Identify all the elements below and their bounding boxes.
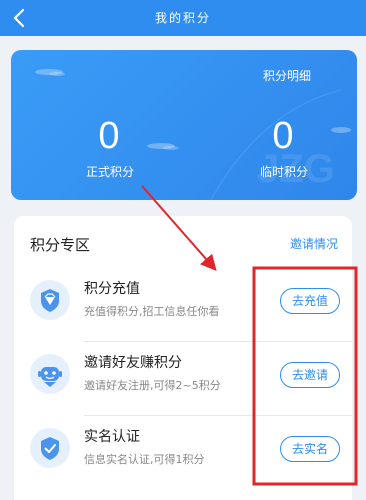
zone-title: 积分专区 xyxy=(30,236,91,254)
recharge-button[interactable]: 去充值 xyxy=(280,288,340,314)
invite-status-link[interactable]: 邀请情况 xyxy=(290,235,338,252)
realname-button[interactable]: 去实名 xyxy=(280,436,340,462)
item-description: 信息实名认证,可得1积分 xyxy=(84,453,205,466)
invite-button[interactable]: 去邀请 xyxy=(280,362,340,388)
temp-points-label: 临时积分 xyxy=(259,165,308,179)
item-name: 邀请好友赚积分 xyxy=(84,355,182,371)
top-nav-bar: 我的积分 xyxy=(0,0,366,36)
item-description: 邀请好友注册,可得2~5积分 xyxy=(84,379,221,392)
item-name: 积分充值 xyxy=(84,281,140,297)
formal-points-value: 0 xyxy=(98,115,120,157)
item-name: 实名认证 xyxy=(84,429,140,445)
list-item-realname: 实名认证 信息实名认证,可得1积分 去实名 xyxy=(14,416,352,490)
points-summary-card: JZG 积分明细 0 正式积分 0 临时积分 xyxy=(11,50,357,200)
points-zone-panel: 积分专区 邀请情况 积分充值 充值得积分,招工信息任你看 去充值 邀请好友赚积分… xyxy=(14,216,352,500)
formal-points-label: 正式积分 xyxy=(85,165,134,179)
list-item-recharge: 积分充值 充值得积分,招工信息任你看 去充值 xyxy=(14,268,352,342)
temp-points-value: 0 xyxy=(272,115,294,157)
points-detail-link[interactable]: 积分明细 xyxy=(263,67,311,84)
page-title: 我的积分 xyxy=(154,11,211,25)
verified-shield-icon xyxy=(30,428,70,468)
item-description: 充值得积分,招工信息任你看 xyxy=(84,305,220,318)
robot-face-icon xyxy=(30,354,70,394)
diamond-shield-icon xyxy=(30,280,70,320)
list-item-invite: 邀请好友赚积分 邀请好友注册,可得2~5积分 去邀请 xyxy=(14,342,352,416)
